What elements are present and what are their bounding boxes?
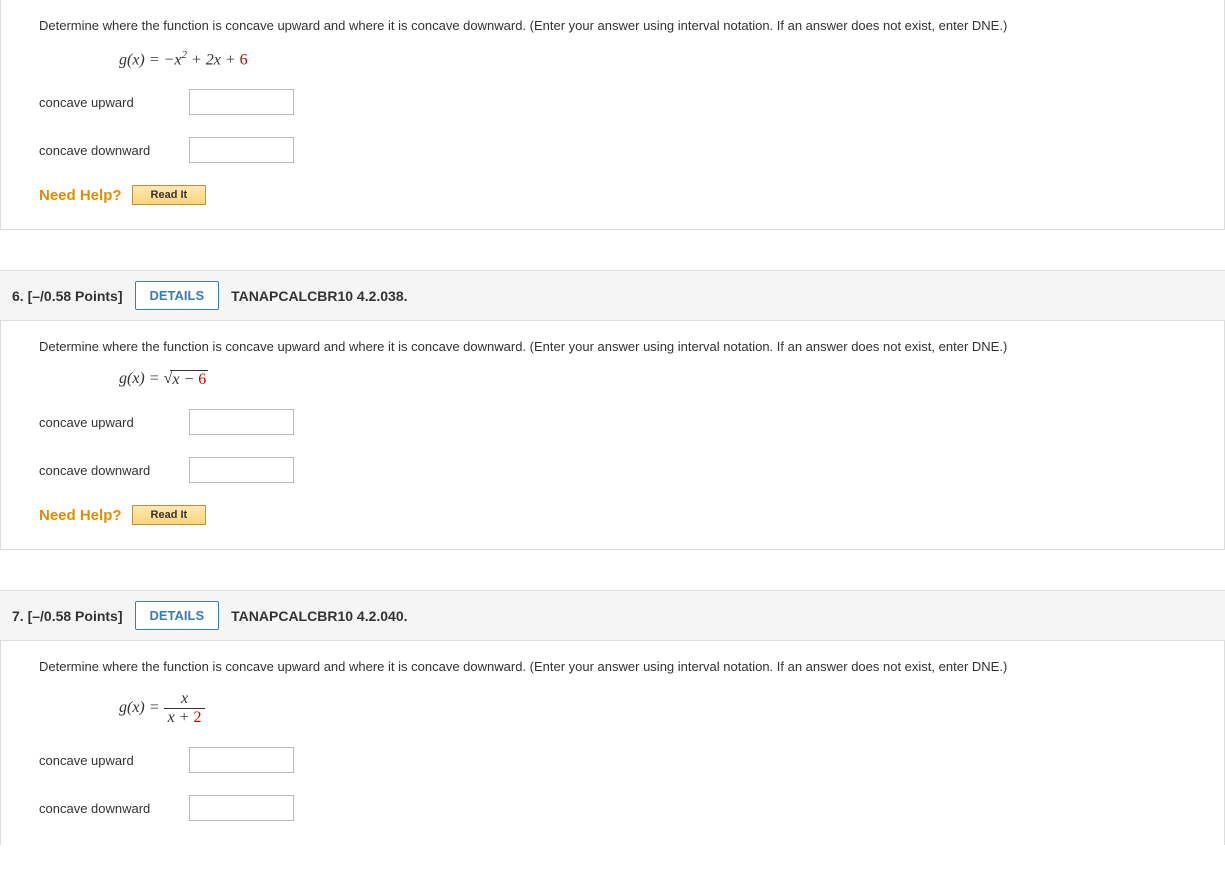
input-downward[interactable]: [189, 137, 294, 163]
sqrt: √x − 6: [164, 370, 209, 389]
formula: g(x) = −x2 + 2x + 6: [119, 49, 1204, 69]
points-text: [–/0.58 Points]: [28, 608, 123, 624]
question-source: TANAPCALCBR10 4.2.038.: [231, 288, 407, 304]
question-body: Determine where the function is concave …: [1, 321, 1224, 549]
sqrt-body: x − 6: [170, 370, 208, 389]
answer-row-upward: concave upward: [39, 409, 1204, 435]
label-upward: concave upward: [39, 95, 189, 110]
question-prompt: Determine where the function is concave …: [39, 18, 1204, 33]
details-button[interactable]: DETAILS: [135, 281, 220, 310]
question-header: 7. [–/0.58 Points] DETAILS TANAPCALCBR10…: [0, 590, 1225, 641]
need-help-label: Need Help?: [39, 187, 122, 204]
fraction: xx + 2: [164, 690, 206, 727]
fraction-denominator: x + 2: [164, 709, 206, 727]
formula-text: x +: [168, 709, 194, 726]
formula-text: g(x) =: [119, 700, 164, 717]
answer-row-downward: concave downward: [39, 457, 1204, 483]
need-help-row: Need Help? Read It: [39, 185, 1204, 205]
answer-row-downward: concave downward: [39, 137, 1204, 163]
points-text: [–/0.58 Points]: [28, 288, 123, 304]
question-7-wrap: 7. [–/0.58 Points] DETAILS TANAPCALCBR10…: [0, 590, 1225, 845]
question-5: Determine where the function is concave …: [0, 0, 1225, 230]
label-upward: concave upward: [39, 415, 189, 430]
input-upward[interactable]: [189, 747, 294, 773]
fraction-numerator: x: [164, 690, 206, 709]
input-downward[interactable]: [189, 795, 294, 821]
label-downward: concave downward: [39, 143, 189, 158]
input-upward[interactable]: [189, 89, 294, 115]
question-source: TANAPCALCBR10 4.2.040.: [231, 608, 407, 624]
answer-row-upward: concave upward: [39, 89, 1204, 115]
need-help-label: Need Help?: [39, 507, 122, 524]
number-text: 7.: [12, 608, 24, 624]
answer-row-upward: concave upward: [39, 747, 1204, 773]
question-6: Determine where the function is concave …: [0, 321, 1225, 550]
label-downward: concave downward: [39, 801, 189, 816]
label-upward: concave upward: [39, 753, 189, 768]
question-header: 6. [–/0.58 Points] DETAILS TANAPCALCBR10…: [0, 270, 1225, 321]
question-prompt: Determine where the function is concave …: [39, 659, 1204, 674]
formula-constant: 2: [193, 709, 201, 726]
formula-constant: 6: [240, 51, 248, 68]
formula-text: + 2x +: [187, 51, 240, 68]
input-upward[interactable]: [189, 409, 294, 435]
question-7: Determine where the function is concave …: [0, 641, 1225, 845]
need-help-row: Need Help? Read It: [39, 505, 1204, 525]
answer-row-downward: concave downward: [39, 795, 1204, 821]
read-it-button[interactable]: Read It: [132, 505, 207, 525]
read-it-button[interactable]: Read It: [132, 185, 207, 205]
formula: g(x) = xx + 2: [119, 690, 1204, 727]
formula: g(x) = √x − 6: [119, 370, 1204, 389]
input-downward[interactable]: [189, 457, 294, 483]
formula-text: g(x) =: [119, 370, 164, 387]
question-body: Determine where the function is concave …: [1, 0, 1224, 229]
formula-text: g(x) = −x: [119, 51, 181, 68]
question-6-wrap: 6. [–/0.58 Points] DETAILS TANAPCALCBR10…: [0, 270, 1225, 550]
question-number: 6. [–/0.58 Points]: [12, 288, 123, 304]
number-text: 6.: [12, 288, 24, 304]
question-body: Determine where the function is concave …: [1, 641, 1224, 845]
question-prompt: Determine where the function is concave …: [39, 339, 1204, 354]
formula-constant: 6: [198, 371, 206, 388]
question-number: 7. [–/0.58 Points]: [12, 608, 123, 624]
label-downward: concave downward: [39, 463, 189, 478]
details-button[interactable]: DETAILS: [135, 601, 220, 630]
formula-text: x −: [172, 371, 198, 388]
